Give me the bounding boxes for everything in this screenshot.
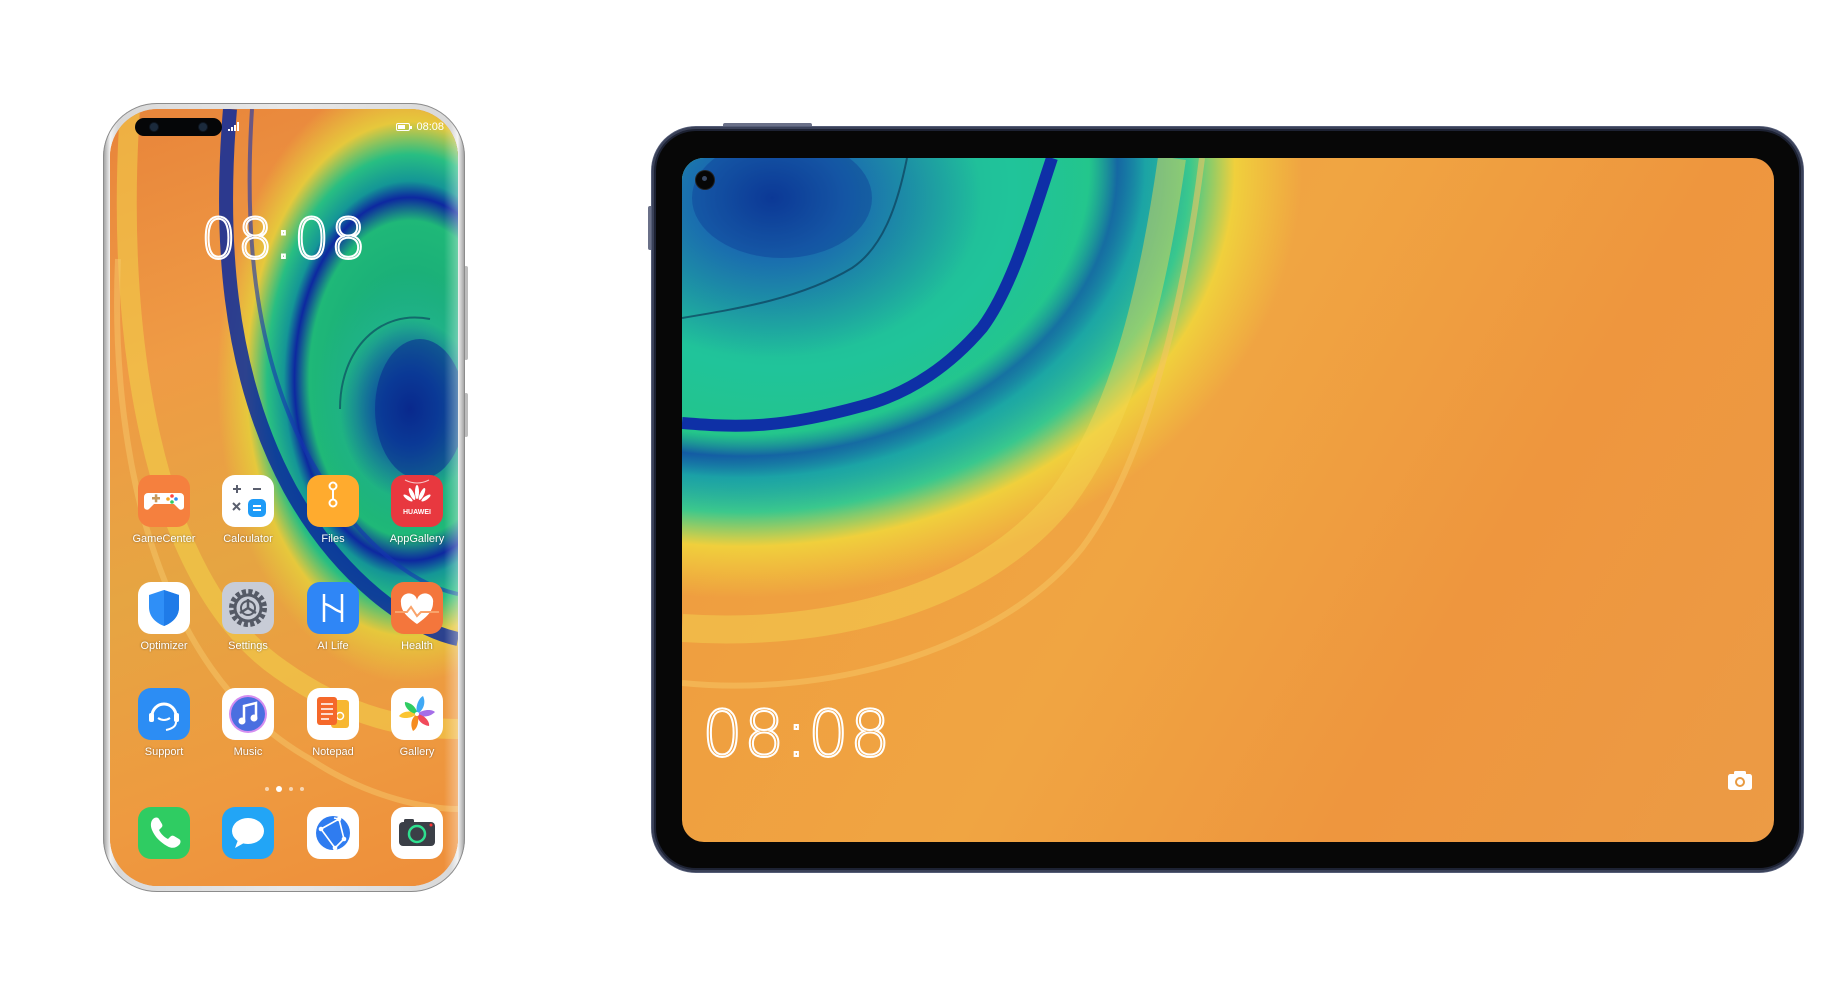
app-label: Health (401, 640, 433, 652)
app-label: Gallery (399, 746, 435, 758)
dock-camera[interactable] (377, 807, 457, 859)
app-files[interactable]: Files (293, 475, 373, 545)
app-label: AppGallery (389, 533, 445, 545)
app-label: AI Life (317, 640, 349, 652)
app-support[interactable]: Support (124, 688, 204, 758)
status-time: 08:08 (416, 121, 444, 133)
folder-icon (307, 475, 359, 527)
app-notepad[interactable]: Notepad (293, 688, 373, 758)
phone-screen: 08:08 08:08 GameCenter Calculator Files … (110, 109, 458, 886)
page-dot[interactable] (288, 787, 293, 791)
app-label: Notepad (312, 746, 354, 758)
dock-messages[interactable] (208, 807, 288, 859)
depth-sensor-lens-icon (199, 123, 207, 131)
battery-icon (396, 123, 412, 131)
app-appgallery[interactable]: HUAWEI AppGallery (377, 475, 457, 545)
music-note-icon (222, 688, 274, 740)
app-label: Calculator (223, 533, 273, 545)
headset-icon (138, 688, 190, 740)
app-health[interactable]: Health (377, 582, 457, 652)
app-optimizer[interactable]: Optimizer (124, 582, 204, 652)
dock-browser[interactable] (293, 807, 373, 859)
dock-phone[interactable] (124, 807, 204, 859)
page-indicator (110, 786, 458, 792)
tablet-lockscreen-clock: 08:08 (701, 697, 892, 773)
punch-hole-camera (135, 118, 222, 136)
app-label: Support (144, 746, 184, 758)
huawei-wordmark: HUAWEI (403, 509, 431, 516)
front-camera-lens-icon (150, 123, 158, 131)
page-dot-active[interactable] (275, 786, 282, 792)
shield-icon (138, 582, 190, 634)
phone-device: 08:08 08:08 GameCenter Calculator Files … (103, 103, 465, 892)
gamepad-icon (138, 475, 190, 527)
heart-icon (391, 582, 443, 634)
phone-icon (138, 807, 190, 859)
app-label: Settings (228, 640, 268, 652)
app-label: GameCenter (132, 533, 196, 545)
camera-icon (391, 807, 443, 859)
signal-icon (228, 122, 239, 131)
camera-shortcut-icon[interactable] (1726, 769, 1754, 791)
clock-text: 08:08 (701, 697, 892, 773)
lockscreen-clock: 08:08 (110, 206, 458, 273)
app-label: Music (233, 746, 263, 758)
tablet-screen: 08:08 (682, 158, 1774, 842)
globe-icon (307, 807, 359, 859)
page-dot[interactable] (264, 787, 269, 791)
app-settings[interactable]: Settings (208, 582, 288, 652)
huawei-icon: HUAWEI (391, 475, 443, 527)
app-gamecenter[interactable]: GameCenter (124, 475, 204, 545)
app-label: Optimizer (140, 640, 188, 652)
clock-text: 08:08 (200, 206, 368, 273)
app-music[interactable]: Music (208, 688, 288, 758)
calculator-icon (222, 475, 274, 527)
message-bubble-icon (222, 807, 274, 859)
app-gallery[interactable]: Gallery (377, 688, 457, 758)
gear-icon (222, 582, 274, 634)
app-label: Files (321, 533, 345, 545)
notepad-icon (307, 688, 359, 740)
ai-life-icon (307, 582, 359, 634)
page-dot[interactable] (299, 787, 304, 791)
app-calculator[interactable]: Calculator (208, 475, 288, 545)
app-ai-life[interactable]: AI Life (293, 582, 373, 652)
tablet-device: 08:08 (652, 127, 1803, 872)
tablet-front-camera-icon (696, 171, 714, 189)
pinwheel-icon (391, 688, 443, 740)
